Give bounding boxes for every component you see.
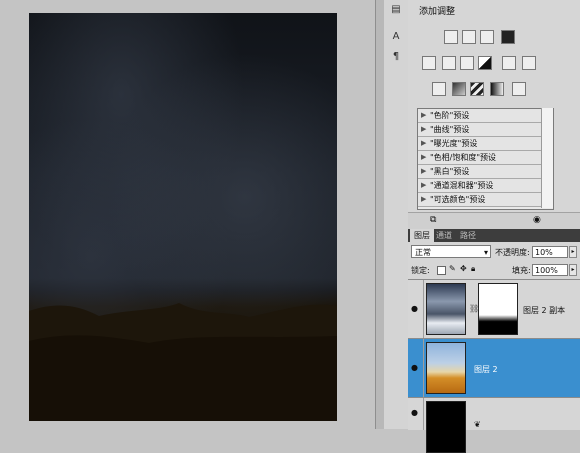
tab-channels[interactable]: 通道	[432, 229, 456, 242]
tab-layers[interactable]: 图层	[410, 229, 434, 242]
adjustment-icons-row-3	[408, 82, 580, 100]
exposure-icon[interactable]	[501, 30, 515, 44]
black-white-icon[interactable]	[478, 56, 492, 70]
selective-color-icon[interactable]	[512, 82, 526, 96]
expand-triangle-icon: ▶	[421, 139, 427, 147]
layer-name[interactable]: 图层 2	[474, 364, 498, 375]
lock-label: 锁定:	[411, 266, 430, 275]
opacity-stepper[interactable]: ▸	[569, 246, 577, 258]
right-panel: 添加调整 ▶ "色阶"预设 ▶ "曲线"预设 ▶ "曝光度"预设 ▶ "色相/饱和度"预…	[408, 0, 580, 453]
adjustments-footer: ⧉ ◉	[408, 212, 580, 229]
gradient-map-icon[interactable]	[490, 82, 504, 96]
layer-effects-icon: ❦	[474, 420, 481, 429]
adjustment-presets-list: ▶ "色阶"预设 ▶ "曲线"预设 ▶ "曝光度"预设 ▶ "色相/饱和度"预设 ▶ "黑…	[417, 108, 554, 210]
expand-triangle-icon: ▶	[421, 181, 427, 189]
character-icon[interactable]: A	[389, 30, 403, 44]
preset-item[interactable]: ▶ "曲线"预设	[418, 123, 553, 137]
eye-icon[interactable]: ●	[411, 408, 418, 417]
layer-name[interactable]: 图层 2 副本	[523, 305, 565, 316]
eye-icon[interactable]: ●	[411, 304, 418, 313]
expand-triangle-icon: ▶	[421, 167, 427, 175]
expand-triangle-icon: ▶	[421, 153, 427, 161]
preset-item[interactable]: ▶ "曝光度"预设	[418, 137, 553, 151]
clip-layer-icon[interactable]: ⧉	[430, 215, 436, 225]
channel-mixer-icon[interactable]	[522, 56, 536, 70]
lock-icon[interactable]: 🔒︎	[471, 264, 475, 274]
adjustment-icons-row-1	[408, 30, 580, 48]
document-canvas[interactable]	[29, 13, 337, 421]
fill-label: 填充:	[512, 266, 531, 275]
layers-panel-tabs: 图层 通道 路径	[408, 229, 580, 242]
preset-item[interactable]: ▶ "色阶"预设	[418, 109, 553, 123]
visibility-toggle-icon[interactable]: ◉	[533, 215, 541, 225]
layer-thumbnail[interactable]	[426, 401, 466, 453]
preset-item[interactable]: ▶ "可选颜色"预设	[418, 193, 553, 207]
hue-saturation-icon[interactable]	[442, 56, 456, 70]
curves-icon[interactable]	[480, 30, 494, 44]
visibility-column[interactable]: ●	[408, 398, 424, 430]
fill-stepper[interactable]: ▸	[569, 264, 577, 276]
levels-icon[interactable]	[462, 30, 476, 44]
visibility-column[interactable]: ●	[408, 339, 424, 397]
layer-row[interactable]: ● ❦	[408, 397, 580, 453]
dune-silhouette	[29, 303, 337, 421]
preset-item[interactable]: ▶ "黑白"预设	[418, 165, 553, 179]
layer-thumbnail[interactable]	[426, 283, 466, 335]
layer-mask-thumbnail[interactable]	[478, 283, 518, 335]
paragraph-icon[interactable]: ¶	[389, 50, 403, 64]
invert-icon[interactable]	[432, 82, 446, 96]
expand-triangle-icon: ▶	[421, 111, 427, 119]
collapsed-panel-strip: ▤ A ¶	[384, 0, 409, 429]
history-icon[interactable]: ▤	[389, 3, 403, 17]
lock-image-icon[interactable]: ✎	[449, 264, 456, 273]
lock-transparent-checkbox[interactable]	[437, 266, 446, 275]
brightness-icon[interactable]	[444, 30, 458, 44]
visibility-column[interactable]: ●	[408, 280, 424, 338]
photo-filter-icon[interactable]	[502, 56, 516, 70]
blend-mode-select[interactable]: 正常 ▾	[411, 245, 491, 258]
posterize-icon[interactable]	[452, 82, 466, 96]
canvas-area	[0, 0, 375, 429]
preset-item[interactable]: ▶ "色相/饱和度"预设	[418, 151, 553, 165]
chevron-down-icon: ▾	[483, 248, 488, 257]
expand-triangle-icon: ▶	[421, 125, 427, 133]
presets-scrollbar[interactable]	[541, 108, 553, 208]
adjustments-header: 添加调整	[408, 0, 580, 22]
layer-thumbnail[interactable]	[426, 342, 466, 394]
opacity-input[interactable]: 10%	[532, 246, 568, 258]
adjustments-title: 添加调整	[419, 7, 456, 17]
vibrance-icon[interactable]	[422, 56, 436, 70]
fill-input[interactable]: 100%	[532, 264, 568, 276]
layer-row[interactable]: ● ⛓ 图层 2 副本	[408, 279, 580, 338]
opacity-label: 不透明度:	[495, 248, 530, 257]
lock-position-icon[interactable]: ✥	[460, 264, 467, 273]
eye-icon[interactable]: ●	[411, 363, 418, 372]
tab-paths[interactable]: 路径	[456, 229, 480, 242]
expand-triangle-icon: ▶	[421, 195, 427, 203]
threshold-icon[interactable]	[470, 82, 484, 96]
preset-item[interactable]: ▶ "通道混和器"预设	[418, 179, 553, 193]
layer-row-selected[interactable]: ● 图层 2	[408, 338, 580, 397]
adjustment-icons-row-2	[408, 56, 580, 74]
blend-mode-value: 正常	[415, 248, 431, 257]
color-balance-icon[interactable]	[460, 56, 474, 70]
